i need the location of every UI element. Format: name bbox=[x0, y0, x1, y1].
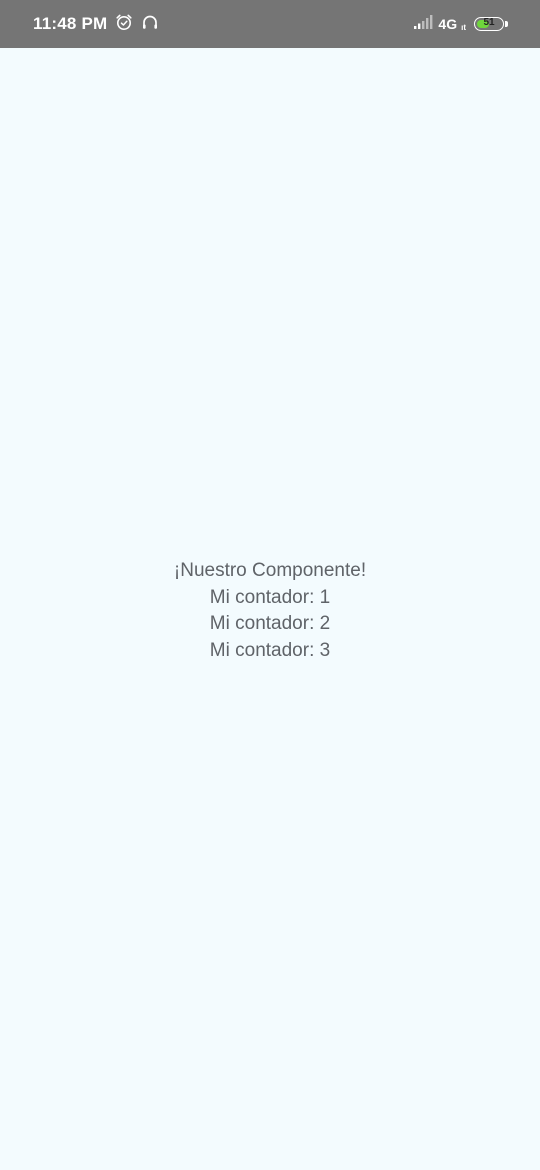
counter-line-3: Mi contador: 3 bbox=[209, 639, 331, 661]
main-content: ¡Nuestro Componente! Mi contador: 1 Mi c… bbox=[0, 558, 540, 664]
alarm-clock-icon bbox=[115, 13, 133, 36]
status-time: 11:48 PM bbox=[33, 14, 108, 33]
headphones-icon bbox=[141, 13, 159, 36]
signal-bars-icon bbox=[414, 14, 434, 34]
status-bar-left: 11:48 PM bbox=[33, 0, 159, 48]
counter-line-1: Mi contador: 1 bbox=[209, 586, 331, 608]
network-activity: ıt bbox=[461, 22, 466, 32]
battery-icon: 51 bbox=[474, 17, 504, 31]
counter-line-2: Mi contador: 2 bbox=[209, 613, 331, 634]
battery-level: 51 bbox=[483, 17, 495, 28]
status-bar: 11:48 PM 4G ıt 51 bbox=[0, 0, 540, 48]
battery-cap bbox=[505, 21, 508, 27]
status-bar-right: 4G ıt 51 bbox=[414, 0, 508, 48]
network-type: 4G bbox=[438, 16, 458, 32]
component-title: ¡Nuestro Componente! bbox=[173, 560, 367, 581]
